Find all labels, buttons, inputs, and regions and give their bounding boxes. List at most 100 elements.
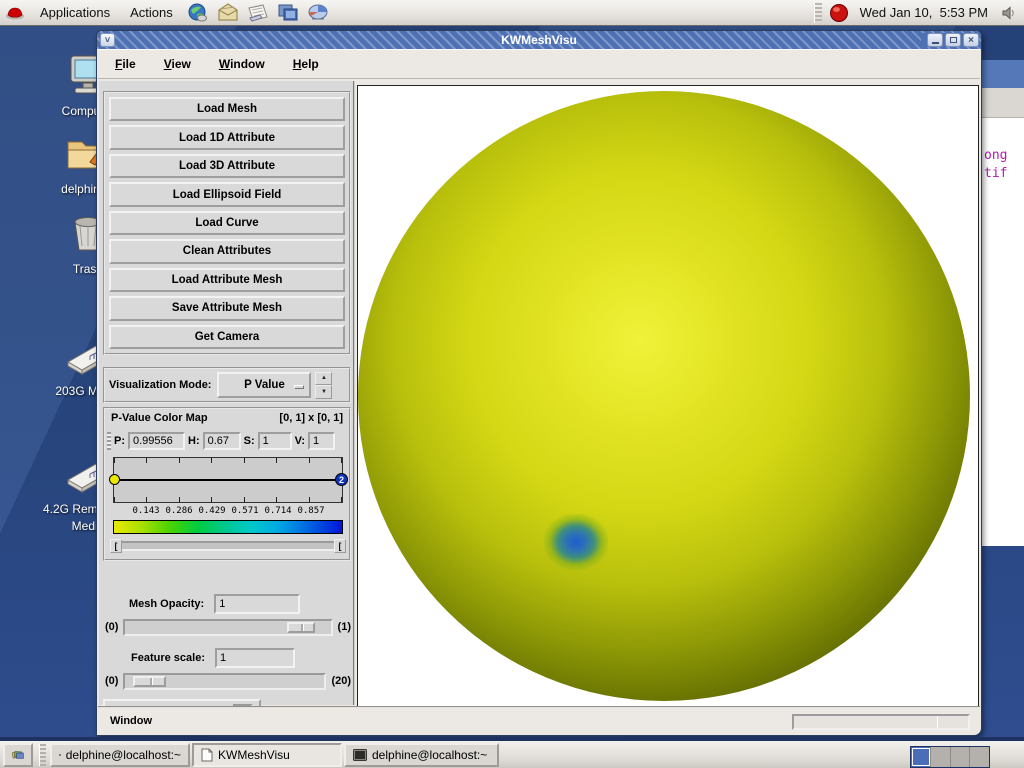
tick-label: 0.857 <box>294 506 328 516</box>
terminal-text-line: tif <box>984 166 1007 181</box>
mesh-opacity-slider-row: (0) (1) <box>105 617 351 637</box>
minimize-icon <box>932 42 939 44</box>
terminal-icon <box>353 749 367 761</box>
clock[interactable]: Wed Jan 10, 5:53 PM <box>854 5 994 20</box>
workspace-2[interactable] <box>931 747 951 767</box>
opacity-min-label: (0) <box>105 621 118 633</box>
show-desktop-button[interactable] <box>3 743 33 767</box>
close-button[interactable]: × <box>963 33 979 47</box>
feature-scale-thumb[interactable] <box>133 676 166 687</box>
task-kwmeshvisu[interactable]: KWMeshVisu <box>192 743 342 767</box>
load-1d-attribute-button[interactable]: Load 1D Attribute <box>109 125 345 149</box>
minimize-button[interactable] <box>927 33 943 47</box>
attribute-blue-spot <box>544 514 608 570</box>
render-viewport[interactable] <box>357 85 979 707</box>
terminal-icon <box>59 749 61 761</box>
redhat-menu-icon[interactable] <box>3 1 27 25</box>
feature-scale-slider[interactable] <box>123 673 326 690</box>
maximize-button[interactable] <box>945 33 961 47</box>
spin-down-icon[interactable]: ▼ <box>315 385 332 399</box>
chart-icon[interactable] <box>306 1 330 25</box>
background-terminal-window[interactable]: ong tif <box>975 60 1024 546</box>
visualization-mode-group: Visualization Mode: P Value ▲ ▼ <box>103 367 351 403</box>
window-menu-icon[interactable]: ˅ <box>100 33 115 47</box>
s-field-input[interactable]: 1 <box>258 432 292 450</box>
load-attribute-mesh-button[interactable]: Load Attribute Mesh <box>109 268 345 292</box>
clean-attributes-button[interactable]: Clean Attributes <box>109 239 345 263</box>
range-slider-trough <box>110 541 346 551</box>
menu-help[interactable]: Help <box>284 53 328 75</box>
drag-grip-icon[interactable] <box>107 432 111 450</box>
terminal-text-line: ong <box>984 148 1007 163</box>
colormap-title: P-Value Color Map <box>111 412 208 424</box>
workspace-1[interactable] <box>911 747 931 767</box>
actions-menu[interactable]: Actions <box>120 0 183 26</box>
load-3d-attribute-button[interactable]: Load 3D Attribute <box>109 154 345 178</box>
writer-icon[interactable] <box>246 1 270 25</box>
p-field-input[interactable]: 0.99556 <box>128 432 185 450</box>
load-ellipsoid-field-button[interactable]: Load Ellipsoid Field <box>109 182 345 206</box>
panel-drag-handle[interactable] <box>814 3 822 23</box>
get-camera-button[interactable]: Get Camera <box>109 325 345 349</box>
task-label: delphine@localhost:~ <box>372 748 487 762</box>
feature-scale-input[interactable]: 1 <box>215 648 295 668</box>
opacity-max-label: (1) <box>338 621 351 633</box>
range-handle-left[interactable]: [ <box>110 539 122 553</box>
menubar: File View Window Help <box>98 49 980 79</box>
applications-menu[interactable]: Applications <box>30 0 120 26</box>
mesh-sphere[interactable] <box>358 91 970 701</box>
feature-scale-slider-row: (0) (20) <box>105 671 351 691</box>
email-icon[interactable] <box>216 1 240 25</box>
bottom-taskbar: delphine@localhost:~ KWMeshVisu delphine… <box>0 737 1024 768</box>
menu-view[interactable]: View <box>155 53 200 75</box>
load-mesh-button[interactable]: Load Mesh <box>109 97 345 121</box>
transfer-function-line <box>114 479 342 481</box>
menu-file[interactable]: File <box>106 53 145 75</box>
menu-window[interactable]: Window <box>210 53 274 75</box>
speaker-icon[interactable] <box>997 1 1021 25</box>
colormap-fields-row: P: 0.99556 H: 0.67 S: 1 V: 1 <box>107 430 345 452</box>
workspace-3[interactable] <box>951 747 971 767</box>
range-handle-right[interactable]: [ <box>334 539 346 553</box>
visualization-mode-label: Visualization Mode: <box>109 379 211 391</box>
colormap-function-editor[interactable]: 2 <box>113 457 343 503</box>
h-field-input[interactable]: 0.67 <box>203 432 241 450</box>
mesh-opacity-row: Mesh Opacity: 1 <box>129 593 300 615</box>
document-icon <box>201 748 213 762</box>
gnome-top-panel: Applications Actions <box>0 0 1024 26</box>
colormap-range-slider[interactable]: [ [ <box>110 538 346 554</box>
screens-icon[interactable] <box>276 1 300 25</box>
colormap-node-start[interactable] <box>109 474 120 485</box>
save-attribute-mesh-button[interactable]: Save Attribute Mesh <box>109 296 345 320</box>
mesh-opacity-thumb[interactable] <box>287 622 315 633</box>
p-field-label: P: <box>114 435 125 447</box>
taskbar-drag-handle[interactable] <box>39 744 46 766</box>
task-terminal-1[interactable]: delphine@localhost:~ <box>50 743 190 767</box>
visualization-mode-select[interactable]: P Value <box>217 372 311 398</box>
window-statusbar: Window <box>98 706 980 734</box>
updates-notifier-icon[interactable] <box>827 1 851 25</box>
maximize-icon <box>950 37 957 43</box>
kwmeshvisu-window: ˅ KWMeshVisu × File View Window Help Loa… <box>96 30 982 736</box>
pvalue-colormap-group: P-Value Color Map [0, 1] x [0, 1] P: 0.9… <box>103 407 351 561</box>
mesh-opacity-input[interactable]: 1 <box>214 594 300 614</box>
colormap-node-end[interactable]: 2 <box>335 473 348 486</box>
tick-label: 0.143 <box>129 506 163 516</box>
background-terminal-titlebar <box>976 60 1024 88</box>
tick-label: 0.429 <box>195 506 229 516</box>
spin-up-icon[interactable]: ▲ <box>315 372 332 386</box>
workspace-4[interactable] <box>970 747 989 767</box>
action-button-group: Load Mesh Load 1D Attribute Load 3D Attr… <box>103 91 351 355</box>
tick-label: 0.714 <box>261 506 295 516</box>
feature-min-label: (0) <box>105 675 118 687</box>
v-field-input[interactable]: 1 <box>308 432 335 450</box>
editor-ticks-bottom <box>114 497 342 502</box>
web-browser-icon[interactable] <box>186 1 210 25</box>
mesh-opacity-slider[interactable] <box>123 619 332 636</box>
task-terminal-2[interactable]: delphine@localhost:~ <box>344 743 499 767</box>
feature-max-label: (20) <box>331 675 351 687</box>
show-desktop-icon <box>12 747 24 763</box>
progress-gauge <box>792 714 970 730</box>
window-titlebar[interactable]: ˅ KWMeshVisu × <box>97 31 981 49</box>
load-curve-button[interactable]: Load Curve <box>109 211 345 235</box>
